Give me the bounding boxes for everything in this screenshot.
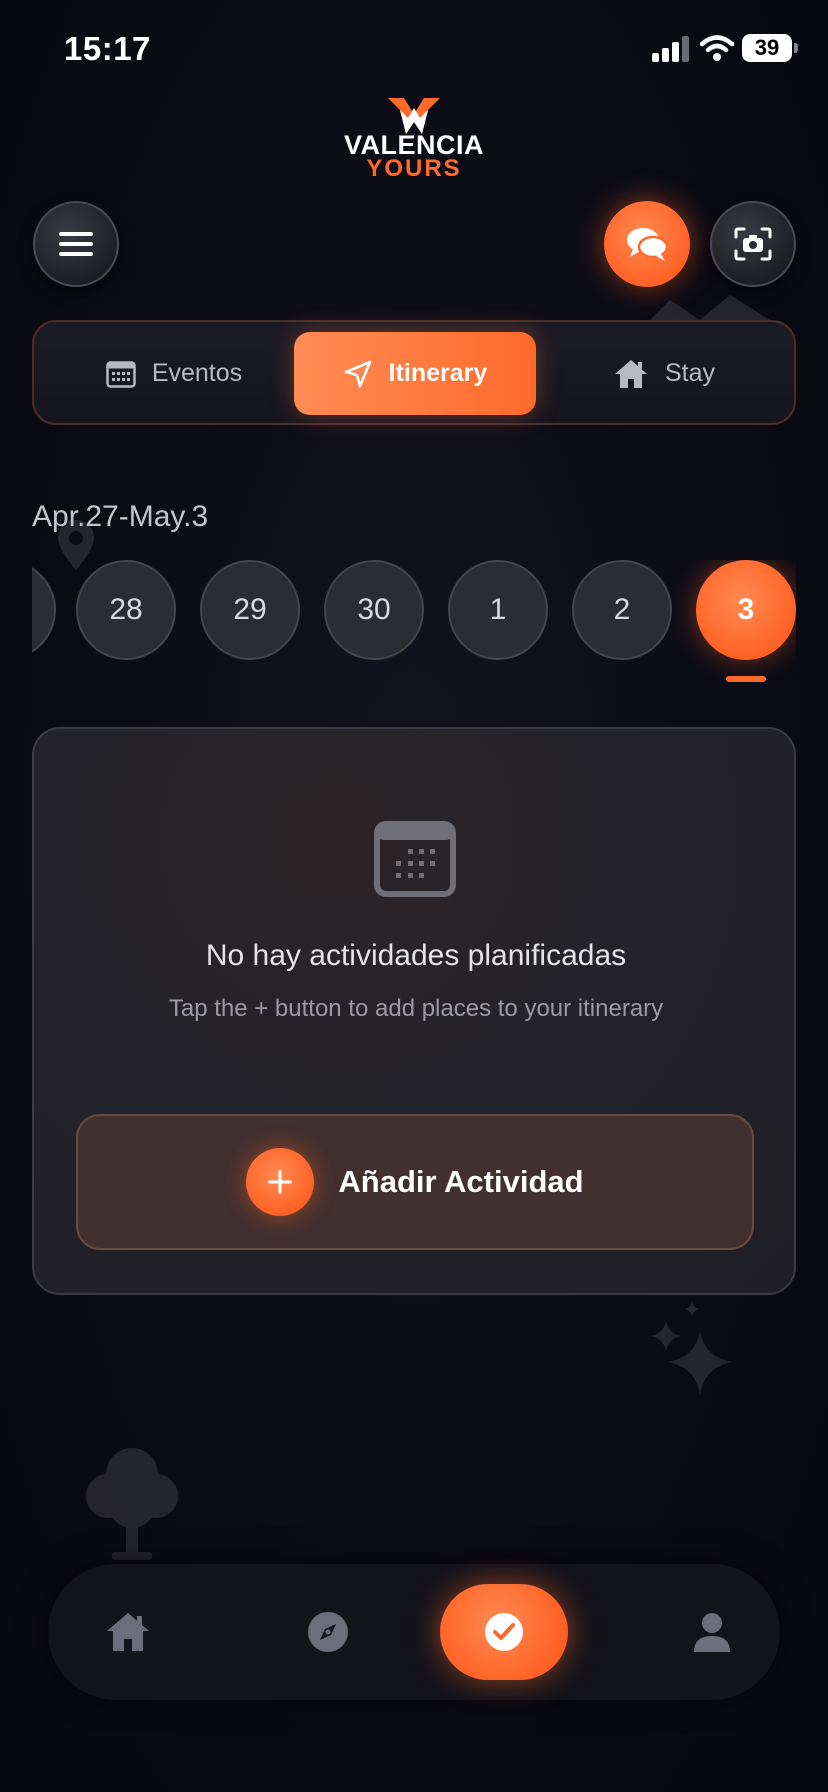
decor-tree-icon: [86, 1448, 178, 1560]
bottom-navigation: [48, 1564, 780, 1700]
wifi-icon: [700, 35, 734, 61]
plus-glyph: [268, 1170, 293, 1194]
nav-itinerary-active-pill: [440, 1584, 568, 1680]
itinerary-screen: 15:17 39 VALENCIA YOURS Eventos Itinerar…: [0, 0, 828, 1792]
camera-scan-icon: [734, 227, 772, 261]
status-time: 15:17: [64, 30, 151, 67]
tab-stay[interactable]: Stay: [544, 332, 784, 415]
empty-state-title: No hay actividades planificadas: [205, 939, 627, 972]
calendar-icon: [374, 821, 456, 897]
day-29[interactable]: 29: [200, 560, 300, 660]
tab-itinerary-label: Itinerary: [388, 359, 488, 387]
add-activity-label: Añadir Actividad: [338, 1164, 584, 1199]
tab-eventos-label: Eventos: [151, 359, 243, 387]
day-selector: 27 28 29 30 1 2 3: [32, 560, 796, 680]
compass-icon: [308, 1612, 348, 1652]
nav-itinerary[interactable]: [440, 1564, 568, 1700]
app-logo: VALENCIA YOURS: [340, 94, 488, 190]
status-bar: 15:17 39: [0, 0, 828, 100]
day-2[interactable]: 2: [572, 560, 672, 660]
check-circle-icon: [485, 1613, 523, 1651]
selected-day-indicator: [726, 676, 766, 682]
tab-stay-label: Stay: [664, 359, 716, 387]
nav-profile[interactable]: [672, 1564, 752, 1700]
decor-sparkles-icon: [650, 1300, 734, 1396]
tab-eventos[interactable]: Eventos: [54, 332, 294, 415]
itinerary-empty-card: No hay actividades planificadas Tap the …: [32, 727, 796, 1295]
empty-state-subtitle: Tap the + button to add places to your i…: [168, 995, 664, 1022]
tab-itinerary[interactable]: Itinerary: [294, 332, 536, 415]
house-icon: [614, 359, 647, 388]
day-1[interactable]: 1: [448, 560, 548, 660]
chat-button[interactable]: [604, 201, 690, 287]
plus-icon: [246, 1148, 315, 1216]
battery-indicator: 39: [742, 34, 798, 62]
calendar-icon: [106, 360, 136, 388]
home-icon: [107, 1613, 149, 1651]
day-28[interactable]: 28: [76, 560, 176, 660]
day-30[interactable]: 30: [324, 560, 424, 660]
day-27[interactable]: 27: [32, 560, 56, 660]
nav-home[interactable]: [88, 1564, 168, 1700]
menu-button[interactable]: [33, 201, 119, 287]
camera-scan-button[interactable]: [710, 201, 796, 287]
navigation-arrow-icon: [344, 360, 371, 387]
add-activity-button[interactable]: Añadir Actividad: [76, 1114, 754, 1250]
chat-bubbles-icon: [627, 228, 669, 261]
user-icon: [694, 1613, 730, 1652]
cellular-signal-icon: [652, 36, 689, 62]
segment-tabs: Eventos Itinerary Stay: [32, 320, 796, 425]
day-3-selected[interactable]: 3: [696, 560, 796, 660]
logo-text-yours: YOURS: [366, 155, 462, 182]
hamburger-menu-icon: [59, 232, 93, 256]
nav-explore[interactable]: [288, 1564, 368, 1700]
